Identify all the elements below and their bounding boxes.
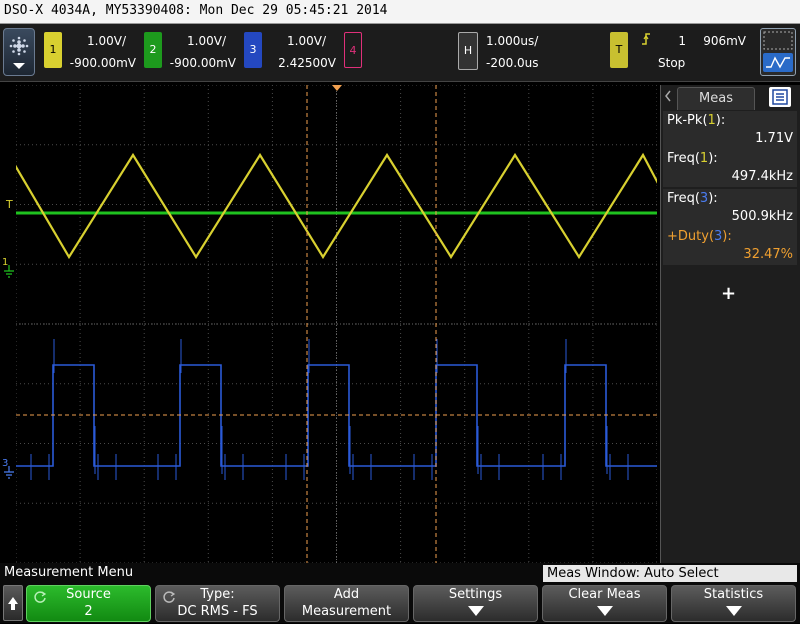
- channel-2-offset: -900.00mV: [169, 56, 236, 70]
- meas-item[interactable]: +Duty(3): 32.47%: [663, 227, 797, 265]
- softkey-label: Add: [333, 587, 360, 602]
- meas-panel-header: Meas: [661, 85, 799, 110]
- channel-1-ground-marker[interactable]: 1: [2, 257, 16, 279]
- panel-list-icon[interactable]: [769, 87, 791, 107]
- softkey-label: Settings: [448, 587, 503, 602]
- menu-title: Measurement Menu: [4, 565, 134, 580]
- softkey-label: Statistics: [703, 587, 764, 602]
- statistics-softkey[interactable]: Statistics: [671, 585, 796, 622]
- submenu-arrow-icon: [597, 606, 613, 616]
- meas-item-value: 32.47%: [743, 247, 793, 262]
- chevron-down-icon: [13, 63, 25, 69]
- meas-window-indicator: Meas Window: Auto Select: [543, 565, 797, 582]
- softkey-label: Type:: [200, 587, 235, 602]
- source-softkey[interactable]: Source 2: [26, 585, 151, 622]
- settings-softkey[interactable]: Settings: [413, 585, 538, 622]
- channel-1-marker-label: 1: [2, 257, 9, 268]
- channel-3-marker-label: 3: [2, 458, 9, 469]
- trigger-level-marker[interactable]: T: [6, 198, 13, 211]
- softkey-value: 2: [84, 604, 93, 619]
- title-bar: DSO-X 4034A, MY53390408: Mon Dec 29 05:4…: [0, 0, 800, 24]
- submenu-arrow-icon: [726, 606, 742, 616]
- meas-item[interactable]: Pk-Pk(1): 1.71V: [663, 111, 797, 149]
- panel-arrow-icon[interactable]: [663, 89, 673, 103]
- channel-4-button[interactable]: 4: [344, 32, 362, 68]
- meas-item-label: Freq(3):: [667, 191, 718, 206]
- add-measurement-softkey[interactable]: Add Measurement: [284, 585, 409, 622]
- measurement-panel: Meas Pk-Pk(1): 1.71V Freq(1): 497.4kHz Freq(…: [660, 85, 800, 563]
- softkey-label: Clear Meas: [568, 587, 641, 602]
- window-title: DSO-X 4034A, MY53390408: Mon Dec 29 05:4…: [4, 3, 388, 18]
- channel-1-offset: -900.00mV: [69, 56, 136, 70]
- softkey-label: Source: [66, 587, 111, 602]
- meas-item-label: +Duty(3):: [667, 229, 732, 244]
- meas-item-label: Freq(1):: [667, 151, 718, 166]
- clear-meas-softkey[interactable]: Clear Meas: [542, 585, 667, 622]
- graticule: [16, 85, 657, 563]
- meas-item[interactable]: Freq(1): 497.4kHz: [663, 149, 797, 187]
- tab-meas[interactable]: Meas: [677, 87, 755, 110]
- acquisition-mode-icon: [763, 31, 793, 72]
- trigger-position-icon: [332, 85, 342, 91]
- type-softkey[interactable]: Type: DC RMS - FS: [155, 585, 280, 622]
- acquisition-mode-button[interactable]: [760, 28, 796, 76]
- top-control-bar: 1 1.00V/ -900.00mV 2 1.00V/ -900.00mV 3 …: [0, 24, 800, 82]
- meas-item-value: 500.9kHz: [731, 209, 793, 224]
- softkey-value: DC RMS - FS: [177, 604, 258, 619]
- meas-item[interactable]: Freq(3): 500.9kHz: [663, 189, 797, 227]
- menu-back-button[interactable]: [3, 585, 23, 621]
- add-measurement-icon[interactable]: +: [721, 283, 736, 304]
- softkey-menu: Measurement Menu Meas Window: Auto Selec…: [0, 563, 800, 623]
- arrow-up-icon: [8, 597, 18, 610]
- channel-3-ground-marker[interactable]: 3: [2, 458, 16, 480]
- meas-item-value: 497.4kHz: [731, 169, 793, 184]
- run-status: Stop: [658, 56, 686, 70]
- submenu-arrow-icon: [468, 606, 484, 616]
- channel-3-scale: 1.00V/: [287, 34, 326, 48]
- main-menu-button[interactable]: [3, 28, 35, 76]
- meas-item-label: Pk-Pk(1):: [667, 113, 726, 128]
- horizontal-button[interactable]: H: [458, 32, 478, 70]
- channel-1-scale: 1.00V/: [87, 34, 126, 48]
- waveform-display[interactable]: [16, 85, 657, 563]
- keysight-logo-icon: [9, 36, 29, 69]
- meas-item-value: 1.71V: [755, 131, 793, 146]
- trigger-level: 906mV: [703, 34, 746, 48]
- horizontal-scale: 1.000us/: [486, 34, 539, 48]
- softkey-value: Measurement: [301, 604, 392, 619]
- channel-2-scale: 1.00V/: [187, 34, 226, 48]
- channel-3-offset: 2.42500V: [278, 56, 336, 70]
- horizontal-delay: -200.0us: [486, 56, 539, 70]
